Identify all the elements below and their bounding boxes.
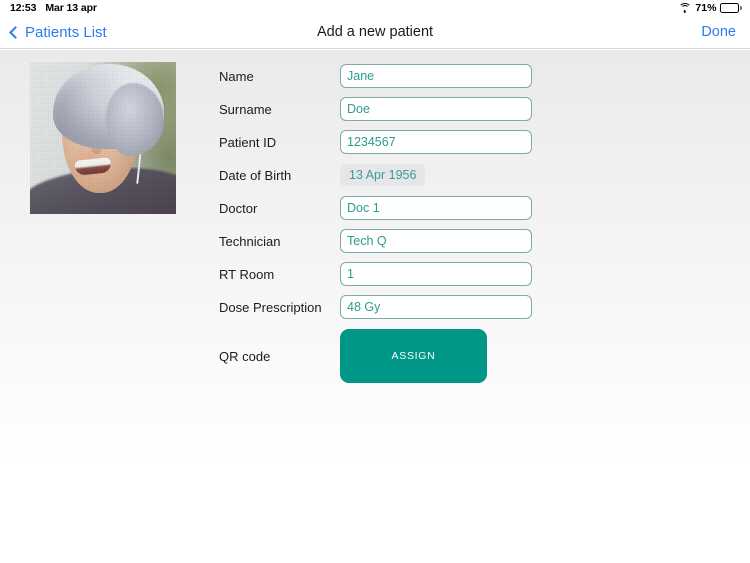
form-row-rt-room: RT Room 1: [219, 262, 619, 286]
status-bar-left: 12:53 Mar 13 apr: [10, 2, 97, 14]
doctor-input[interactable]: Doc 1: [340, 196, 532, 220]
label-name: Name: [219, 68, 254, 84]
label-rt-room: RT Room: [219, 266, 275, 282]
date-of-birth-picker[interactable]: 13 Apr 1956: [340, 164, 426, 186]
status-bar: 12:53 Mar 13 apr 71%: [0, 0, 750, 16]
page-title: Add a new patient: [316, 24, 434, 40]
content-area: Name Jane Surname Doe Patient ID 1234567…: [0, 50, 750, 563]
qr-code-row: QR code ASSIGN: [219, 329, 619, 383]
technician-input[interactable]: Tech Q: [340, 229, 532, 253]
label-surname: Surname: [219, 101, 272, 117]
patient-photo[interactable]: [30, 62, 176, 214]
battery-icon: [720, 3, 742, 13]
dose-prescription-input[interactable]: 48 Gy: [340, 295, 532, 319]
label-date-of-birth: Date of Birth: [219, 167, 292, 183]
status-date: Mar 13 apr: [45, 2, 97, 14]
status-time: 12:53: [10, 2, 37, 14]
navigation-bar: Patients List Add a new patient Done: [0, 16, 750, 49]
done-button[interactable]: Done: [701, 16, 736, 49]
label-doctor: Doctor: [219, 200, 258, 216]
wifi-icon: [678, 3, 692, 13]
photo-grain-overlay: [30, 62, 176, 214]
rt-room-input[interactable]: 1: [340, 262, 532, 286]
form-row-doctor: Doctor Doc 1: [219, 196, 619, 220]
status-bar-right: 71%: [678, 2, 742, 14]
form-row-dose-prescription: Dose Prescription 48 Gy: [219, 295, 619, 319]
assign-qr-code-button[interactable]: ASSIGN: [340, 329, 487, 383]
label-dose-prescription: Dose Prescription: [219, 299, 322, 315]
name-input[interactable]: Jane: [340, 64, 532, 88]
form-row-name: Name Jane: [219, 64, 619, 88]
form-row-technician: Technician Tech Q: [219, 229, 619, 253]
form-row-date-of-birth: Date of Birth 13 Apr 1956: [219, 163, 619, 187]
form-row-surname: Surname Doe: [219, 97, 619, 121]
ipad-screen: 12:53 Mar 13 apr 71% Patients List Add a…: [0, 0, 750, 563]
patient-id-input[interactable]: 1234567: [340, 130, 532, 154]
label-patient-id: Patient ID: [219, 134, 277, 150]
label-technician: Technician: [219, 233, 281, 249]
surname-input[interactable]: Doe: [340, 97, 532, 121]
battery-percent-label: 71%: [695, 2, 717, 14]
form-row-patient-id: Patient ID 1234567: [219, 130, 619, 154]
label-qr-code: QR code: [219, 348, 271, 364]
